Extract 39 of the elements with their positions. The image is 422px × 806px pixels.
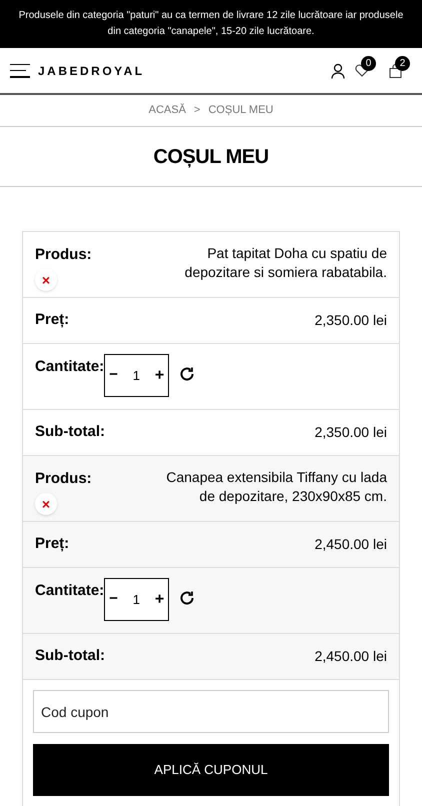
count-badge: 2 <box>395 56 410 70</box>
user-icon[interactable] <box>331 62 345 78</box>
quantity-value: 1 <box>132 366 140 385</box>
field-label: Cantitate: <box>35 581 104 601</box>
bag-icon[interactable] <box>389 64 402 78</box>
decrease-button[interactable]: − <box>109 588 118 611</box>
field-label: Cantitate: <box>35 357 104 377</box>
decrease-button[interactable]: − <box>109 364 118 387</box>
increase-button[interactable]: + <box>154 588 164 612</box>
product-name: Pat tapitat Doha cu spatiu de depozitare si somiera rabatabila. <box>184 244 387 282</box>
price-value: 2,450.00 lei <box>314 535 387 554</box>
product-name: Canapea extensibila Tiffany cu lada de depozitare, 230x90x85 cm. <box>165 468 387 506</box>
quantity-value: 1 <box>132 590 140 609</box>
field-label: Sub-total: <box>35 422 105 442</box>
count-badge: 0 <box>361 56 376 70</box>
remove-button[interactable]: × <box>35 268 57 290</box>
quantity-stepper[interactable]: − 1 + <box>104 578 170 621</box>
price-value: 2,350.00 lei <box>314 311 387 330</box>
menu-icon[interactable] <box>10 64 30 78</box>
coupon-field[interactable]: Cod cupon <box>33 690 389 733</box>
subtotal-value: 2,450.00 lei <box>314 647 387 666</box>
field-label: Preț: <box>35 310 70 330</box>
quantity-stepper[interactable]: − 1 + <box>104 354 170 397</box>
refresh-icon[interactable] <box>179 590 196 606</box>
increase-button[interactable]: + <box>154 364 164 388</box>
notice-text: Produsele din categoria "paturi" au ca termen de livrare 12 zile lucrătoare iar produsele din categoria "canapele", 15-20 zile lucrătoare. <box>18 9 404 39</box>
logo-link[interactable]: JABEDROYAL <box>38 62 145 80</box>
field-label: Sub-total: <box>35 646 105 666</box>
refresh-icon[interactable] <box>179 366 196 382</box>
remove-button[interactable]: × <box>35 492 57 514</box>
page-title: COȘUL MEU <box>153 144 269 170</box>
breadcrumb-link[interactable]: ACASĂ <box>148 102 186 119</box>
field-label: Produs: <box>35 245 92 265</box>
breadcrumb-link[interactable]: COȘUL MEU <box>208 102 274 119</box>
apply-coupon-button[interactable]: APLICĂ CUPONUL <box>33 744 389 796</box>
field-label: Preț: <box>35 534 70 554</box>
subtotal-value: 2,350.00 lei <box>314 423 387 442</box>
breadcrumb-separator: > <box>194 103 200 118</box>
field-label: Produs: <box>35 469 92 489</box>
